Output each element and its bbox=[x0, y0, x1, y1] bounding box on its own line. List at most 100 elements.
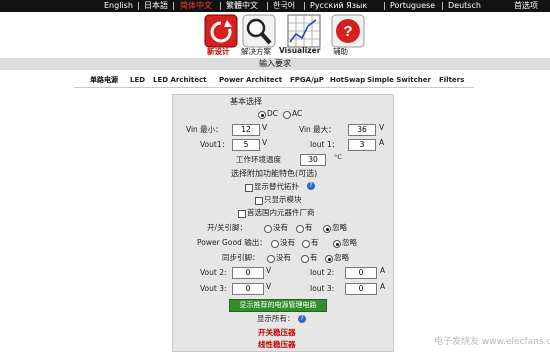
tab-divider bbox=[74, 87, 474, 88]
lang-portuguese[interactable]: Portuguese bbox=[390, 0, 435, 12]
sync-ignore-radio[interactable] bbox=[325, 255, 333, 263]
tab-power-architect[interactable]: Power Architect bbox=[219, 74, 282, 87]
lang-separator: | bbox=[137, 1, 140, 10]
onoff-none-label: 没有 bbox=[273, 223, 288, 232]
iout2-label: Iout 2: bbox=[310, 268, 335, 277]
temp-input[interactable]: 30 bbox=[300, 154, 326, 166]
vout3-input[interactable]: 0 bbox=[232, 283, 264, 295]
iout1-input[interactable]: 3 bbox=[348, 139, 376, 151]
vin-max-unit: V bbox=[379, 123, 385, 132]
iout3-input[interactable]: 0 bbox=[345, 283, 377, 295]
basic-selection-title: 基本选择 bbox=[230, 97, 262, 106]
lang-russian[interactable]: Русский Язык bbox=[310, 0, 367, 12]
vin-min-label: Vin 最小： bbox=[186, 125, 223, 134]
lang-separator: | bbox=[172, 1, 175, 10]
lang-japanese[interactable]: 日本語 bbox=[144, 0, 168, 12]
pgood-have-label: 有 bbox=[311, 238, 319, 247]
sync-pin-label: 同步引脚： bbox=[222, 253, 260, 262]
dc-radio[interactable] bbox=[258, 111, 266, 119]
iout3-label: Iout 3: bbox=[310, 284, 335, 293]
lang-separator: | bbox=[441, 1, 444, 10]
lang-separator: | bbox=[266, 1, 269, 10]
sync-none-label: 没有 bbox=[276, 253, 291, 262]
power-good-label: Power Good 输出： bbox=[197, 238, 267, 247]
help-button[interactable]: ? bbox=[330, 14, 366, 50]
modules-only-label: 只显示模块 bbox=[264, 195, 302, 204]
help-label[interactable]: 辅助 bbox=[333, 46, 348, 57]
lang-traditional-chinese[interactable]: 繁體中文 bbox=[226, 0, 258, 12]
solutions-label[interactable]: 解决方案 bbox=[241, 46, 271, 57]
tab-led[interactable]: LED bbox=[130, 74, 145, 87]
tab-led-architect[interactable]: LED Architect bbox=[153, 74, 206, 87]
temp-label: 工作环境温度 bbox=[236, 155, 281, 164]
dc-label: DC bbox=[267, 109, 279, 118]
help-icon[interactable]: ? bbox=[307, 182, 315, 190]
temp-unit: °C bbox=[334, 153, 342, 161]
sync-none-radio[interactable] bbox=[267, 255, 275, 263]
show-recommended-button[interactable]: 显示推荐的电源管理电路 bbox=[229, 299, 327, 312]
visualizer-button[interactable] bbox=[286, 14, 322, 50]
lang-separator: | bbox=[219, 1, 222, 10]
pgood-none-radio[interactable] bbox=[271, 240, 279, 248]
iout3-unit: A bbox=[380, 282, 386, 291]
lang-separator: | bbox=[383, 1, 386, 10]
switching-regulator-link[interactable]: 开关稳压器 bbox=[258, 327, 296, 338]
linear-regulator-link[interactable]: 线性稳压器 bbox=[258, 339, 296, 350]
tab-single-power[interactable]: 单路电源 bbox=[90, 74, 118, 87]
vout1-label: Vout1： bbox=[200, 140, 230, 149]
sync-ignore-label: 忽略 bbox=[334, 253, 349, 262]
vout3-label: Vout 3: bbox=[200, 284, 227, 293]
solutions-button[interactable] bbox=[241, 14, 277, 50]
preferences-link[interactable]: 首选项 bbox=[514, 0, 538, 12]
visualizer-label[interactable]: Visualizer bbox=[279, 46, 320, 55]
pgood-ignore-radio[interactable] bbox=[333, 240, 341, 248]
vin-min-input[interactable]: 12 bbox=[232, 124, 260, 136]
show-all-label: 显示所有： bbox=[257, 314, 295, 323]
section-title: 输入要求 bbox=[0, 58, 550, 70]
modules-only-checkbox[interactable] bbox=[255, 197, 263, 205]
tab-filters[interactable]: Filters bbox=[439, 74, 464, 87]
iout1-label: Iout 1： bbox=[310, 140, 340, 149]
lang-english[interactable]: English bbox=[104, 0, 133, 12]
question-icon: ? bbox=[331, 14, 365, 48]
lang-simplified-chinese[interactable]: 简体中文 bbox=[180, 0, 212, 12]
new-design-label[interactable]: 新设计 bbox=[207, 46, 230, 57]
tab-simple-switcher[interactable]: Simple Switcher bbox=[367, 74, 431, 87]
iout1-unit: A bbox=[379, 138, 385, 147]
help-icon[interactable]: ? bbox=[298, 315, 306, 323]
sync-have-label: 有 bbox=[310, 253, 318, 262]
svg-text:?: ? bbox=[343, 23, 352, 40]
vout2-input[interactable]: 0 bbox=[232, 267, 264, 279]
sync-have-radio[interactable] bbox=[301, 255, 309, 263]
refresh-icon bbox=[204, 14, 238, 48]
alt-topology-label: 显示替代拓扑 bbox=[254, 182, 299, 191]
lang-german[interactable]: Deutsch bbox=[448, 0, 481, 12]
ac-radio[interactable] bbox=[283, 111, 291, 119]
tab-hotswap[interactable]: HotSwap bbox=[330, 74, 365, 87]
pgood-have-radio[interactable] bbox=[302, 240, 310, 248]
ac-label: AC bbox=[292, 109, 303, 118]
chart-grid-icon bbox=[287, 14, 321, 48]
new-design-button[interactable] bbox=[203, 14, 239, 50]
pgood-ignore-label: 忽略 bbox=[342, 238, 357, 247]
watermark: 电子发烧友 www.elecfans.com bbox=[434, 337, 550, 347]
alt-topology-checkbox[interactable] bbox=[245, 184, 253, 192]
vin-max-label: Vin 最大： bbox=[299, 125, 336, 134]
onoff-none-radio[interactable] bbox=[264, 225, 272, 233]
pgood-none-label: 没有 bbox=[280, 238, 295, 247]
vout2-unit: V bbox=[266, 266, 272, 275]
iout2-input[interactable]: 0 bbox=[345, 267, 377, 279]
onoff-have-label: 有 bbox=[305, 223, 313, 232]
domestic-vendor-label: 首选国内元器件厂商 bbox=[247, 208, 315, 217]
optional-title: 选择附加功能特色(可选) bbox=[231, 169, 318, 178]
vout1-input[interactable]: 5 bbox=[232, 139, 260, 151]
onoff-have-radio[interactable] bbox=[296, 225, 304, 233]
magnifier-icon bbox=[242, 14, 276, 48]
lang-korean[interactable]: 한국어 bbox=[273, 0, 295, 12]
onoff-ignore-radio[interactable] bbox=[323, 225, 331, 233]
domestic-vendor-checkbox[interactable] bbox=[238, 210, 246, 218]
vin-max-input[interactable]: 36 bbox=[348, 124, 376, 136]
onoff-ignore-label: 忽略 bbox=[332, 223, 347, 232]
tab-fpga[interactable]: FPGA/μP bbox=[290, 74, 324, 87]
onoff-pin-label: 开/关引脚： bbox=[207, 223, 248, 232]
